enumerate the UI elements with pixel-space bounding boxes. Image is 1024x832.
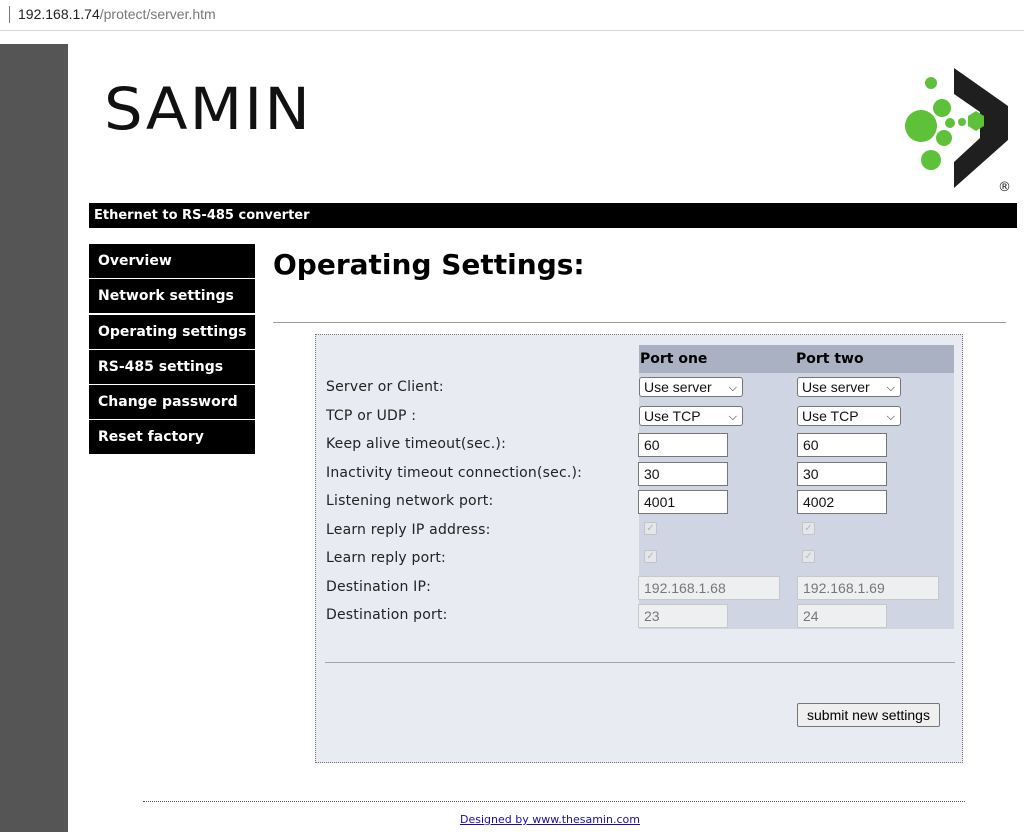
port-one-destination-port-input[interactable]: 23: [638, 604, 728, 628]
designer-link[interactable]: Designed by www.thesamin.com: [460, 813, 640, 826]
port-two-keep-alive-input[interactable]: 60: [797, 433, 887, 457]
page: SAMIN ® Ethernet to RS-485 converter Ove…: [68, 44, 1024, 832]
port-two-server-client-select[interactable]: Use server ⌵: [797, 377, 901, 397]
settings-panel: Port one Port two Server or Client: Use …: [315, 334, 963, 763]
sidebar-item-overview[interactable]: Overview: [89, 244, 255, 278]
port-one-keep-alive-input[interactable]: 60: [638, 433, 728, 457]
port-two-inactivity-input[interactable]: 30: [797, 462, 887, 486]
chevron-down-icon: ⌵: [886, 411, 895, 423]
server-or-client-label: Server or Client:: [326, 379, 444, 395]
sidebar-item-network-settings[interactable]: Network settings: [89, 279, 255, 314]
sidebar-item-change-password[interactable]: Change password: [89, 385, 255, 420]
url-host: 192.168.1.74: [18, 6, 100, 22]
product-title-bar: Ethernet to RS-485 converter: [89, 203, 1017, 228]
learn-reply-ip-label: Learn reply IP address:: [326, 522, 491, 538]
samin-logo: SAMIN: [104, 75, 313, 143]
select-value: Use TCP: [644, 408, 701, 424]
chevron-down-icon: ⌵: [728, 411, 737, 423]
registered-mark: ®: [998, 180, 1011, 195]
tcp-or-udp-label: TCP or UDP :: [326, 408, 417, 424]
browser-strip: [0, 31, 1024, 44]
chevron-down-icon: ⌵: [728, 382, 737, 394]
keep-alive-label: Keep alive timeout(sec.):: [326, 436, 507, 452]
port-one-listening-port-input[interactable]: 4001: [638, 490, 728, 514]
port-two-header: Port two: [795, 345, 954, 373]
url-path: /protect/server.htm: [99, 6, 216, 22]
learn-reply-port-label: Learn reply port:: [326, 550, 446, 566]
port-one-inactivity-input[interactable]: 30: [638, 462, 728, 486]
chevron-down-icon: ⌵: [886, 382, 895, 394]
port-two-destination-ip-input[interactable]: 192.168.1.69: [797, 576, 939, 600]
port-two-listening-port-input[interactable]: 4002: [797, 490, 887, 514]
sidebar-item-operating-settings[interactable]: Operating settings: [89, 314, 255, 349]
sidebar-item-reset-factory[interactable]: Reset factory: [89, 420, 255, 455]
title-divider: [273, 322, 1006, 323]
page-title: Operating Settings:: [273, 248, 585, 281]
port-one-destination-ip-input[interactable]: 192.168.1.68: [638, 576, 780, 600]
port-one-server-client-select[interactable]: Use server ⌵: [639, 377, 743, 397]
sidebar-item-rs485-settings[interactable]: RS-485 settings: [89, 349, 255, 384]
brand-logo-icon: ®: [905, 68, 1011, 195]
select-value: Use TCP: [802, 408, 859, 424]
port-one-learn-port-checkbox[interactable]: ✓: [644, 550, 657, 563]
submit-settings-button[interactable]: submit new settings: [797, 703, 940, 727]
browser-address-bar[interactable]: 192.168.1.74/protect/server.htm: [0, 0, 1024, 31]
port-one-header: Port one: [639, 345, 795, 373]
footer-divider: [143, 801, 965, 802]
port-one-protocol-select[interactable]: Use TCP ⌵: [639, 406, 743, 426]
port-two-learn-ip-checkbox[interactable]: ✓: [802, 522, 815, 535]
text-caret: [9, 6, 10, 23]
destination-port-label: Destination port:: [326, 607, 448, 623]
port-two-protocol-select[interactable]: Use TCP ⌵: [797, 406, 901, 426]
port-two-learn-port-checkbox[interactable]: ✓: [802, 550, 815, 563]
listening-port-label: Listening network port:: [326, 493, 494, 509]
port-two-destination-port-input[interactable]: 24: [797, 604, 887, 628]
destination-ip-label: Destination IP:: [326, 579, 432, 595]
inactivity-timeout-label: Inactivity timeout connection(sec.):: [326, 465, 583, 481]
port-one-learn-ip-checkbox[interactable]: ✓: [644, 522, 657, 535]
sidebar-nav: Overview Network settings Operating sett…: [89, 244, 255, 456]
url-text[interactable]: 192.168.1.74/protect/server.htm: [18, 6, 216, 22]
panel-divider: [325, 662, 955, 663]
select-value: Use server: [644, 379, 712, 395]
select-value: Use server: [802, 379, 870, 395]
